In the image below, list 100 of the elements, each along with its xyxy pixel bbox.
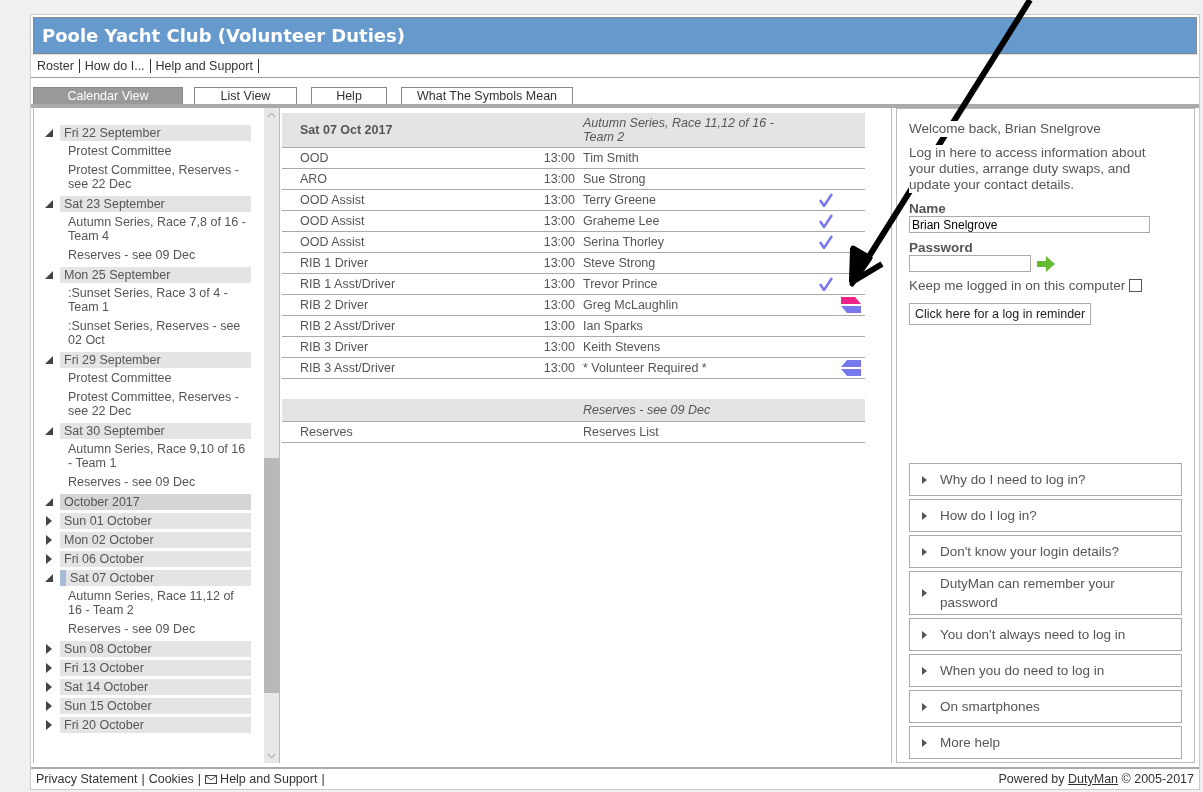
help-accordion-item[interactable]: Don't know your login details? [909, 535, 1182, 568]
duty-role: ARO [300, 172, 328, 186]
duty-time: 13:00 [543, 151, 575, 165]
collapsed-triangle-icon[interactable] [44, 700, 54, 711]
password-field[interactable] [909, 255, 1031, 272]
help-accordion-item[interactable]: You don't always need to log in [909, 618, 1182, 651]
duty-event-item[interactable]: Autumn Series, Race 7,8 of 16 - Team 4 [38, 213, 264, 246]
day-header[interactable]: Fri 29 September [60, 351, 251, 368]
expanded-triangle-icon[interactable] [44, 496, 54, 507]
footer-link[interactable]: Help and Support [205, 772, 318, 786]
volunteer-name: * Volunteer Required * [583, 361, 707, 375]
duty-role: RIB 3 Asst/Driver [300, 361, 396, 375]
expanded-triangle-icon[interactable] [44, 127, 54, 138]
day-header[interactable]: Fri 22 September [60, 124, 251, 141]
collapsed-triangle-icon[interactable] [44, 534, 54, 545]
month-header[interactable]: October 2017 [60, 493, 251, 510]
separator-text: | [197, 772, 202, 786]
volunteer-name: Trevor Prince [583, 277, 658, 291]
collapsed-triangle-icon[interactable] [44, 643, 54, 654]
tab[interactable]: Help [311, 87, 387, 104]
duty-event-item[interactable]: Autumn Series, Race 11,12 of 16 - Team 2 [38, 587, 264, 620]
duty-time: 13:00 [543, 298, 575, 312]
help-accordion-item[interactable]: How do I log in? [909, 499, 1182, 532]
footer-link[interactable]: Cookies [148, 772, 194, 786]
collapsed-triangle-icon[interactable] [44, 719, 54, 730]
duty-event-item[interactable]: Autumn Series, Race 9,10 of 16 - Team 1 [38, 440, 264, 473]
duty-event-item[interactable]: Reserves - see 09 Dec [38, 473, 264, 492]
collapsed-triangle-icon[interactable] [44, 553, 54, 564]
password-label: Password [909, 240, 974, 255]
duty-time: 13:00 [543, 256, 575, 270]
event-date: Sat 07 Oct 2017 [300, 123, 393, 137]
expanded-triangle-icon[interactable] [44, 354, 54, 365]
duty-time: 13:00 [543, 319, 575, 333]
day-header[interactable]: Sat 14 October [60, 678, 251, 695]
tab[interactable]: List View [194, 87, 297, 104]
collapsed-triangle-icon[interactable] [44, 515, 54, 526]
swap-icon[interactable] [841, 297, 861, 313]
duty-event-item[interactable]: Protest Committee, Reserves - see 22 Dec [38, 388, 264, 421]
triangle-right-icon [920, 511, 928, 520]
help-accordion-item[interactable]: DutyMan can remember your password [909, 571, 1182, 615]
duty-event-item[interactable]: Protest Committee [38, 369, 264, 388]
separator-text: | [141, 772, 145, 786]
day-header[interactable]: Sat 30 September [60, 422, 251, 439]
day-header[interactable]: Sun 08 October [60, 640, 251, 657]
volunteer-name: Sue Strong [583, 172, 646, 186]
expanded-triangle-icon[interactable] [44, 198, 54, 209]
volunteer-name: Keith Stevens [583, 340, 661, 354]
volunteer-name: Graheme Lee [583, 214, 660, 228]
tab[interactable]: What The Symbols Mean [401, 87, 573, 104]
separator-text: | [321, 772, 325, 786]
event-title: Reserves - see 09 Dec [583, 403, 712, 417]
menu-link[interactable]: Roster [35, 59, 80, 73]
triangle-right-icon [920, 702, 928, 711]
day-header[interactable]: Mon 02 October [60, 531, 251, 548]
duty-role: RIB 2 Driver [300, 298, 369, 312]
duty-time: 13:00 [543, 235, 575, 249]
duty-time: 13:00 [543, 193, 575, 207]
duty-event-item[interactable]: :Sunset Series, Race 3 of 4 - Team 1 [38, 284, 264, 317]
day-header[interactable]: Sun 15 October [60, 697, 251, 714]
footer-link[interactable]: Privacy Statement [36, 772, 138, 786]
day-header[interactable]: Mon 25 September [60, 266, 251, 283]
triangle-right-icon [920, 738, 928, 747]
day-header[interactable]: Fri 20 October [60, 716, 251, 733]
expanded-triangle-icon[interactable] [44, 572, 54, 583]
duty-time: 13:00 [543, 277, 575, 291]
volunteer-name: Steve Strong [583, 256, 656, 270]
help-accordion-item[interactable]: More help [909, 726, 1182, 759]
volunteer-name: Serina Thorley [583, 235, 665, 249]
triangle-right-icon [920, 547, 928, 556]
duty-time: 13:00 [543, 172, 575, 186]
checkbox[interactable] [1129, 279, 1143, 292]
menu-link[interactable]: How do I... [79, 59, 151, 73]
triangle-right-icon [920, 475, 928, 484]
duty-event-item[interactable]: Protest Committee, Reserves - see 22 Dec [38, 161, 264, 194]
expanded-triangle-icon[interactable] [44, 425, 54, 436]
day-header[interactable]: Sat 23 September [60, 195, 251, 212]
help-accordion-item[interactable]: Why do I need to log in? [909, 463, 1182, 496]
event-title: Autumn Series, Race 11,12 of 16 - Team 2 [583, 116, 775, 144]
duty-event-item[interactable]: Reserves - see 09 Dec [38, 246, 264, 265]
duty-event-item[interactable]: Protest Committee [38, 142, 264, 161]
day-header[interactable]: Sun 01 October [60, 512, 251, 529]
duty-event-item[interactable]: Reserves - see 09 Dec [38, 620, 264, 639]
duty-event-item[interactable]: :Sunset Series, Reserves - see 02 Oct [38, 317, 264, 350]
collapsed-triangle-icon[interactable] [44, 681, 54, 692]
dutyman-link[interactable]: DutyMan [1068, 772, 1119, 786]
keep-logged-in-label: Keep me logged in on this computer [909, 278, 1126, 293]
name-field[interactable]: Brian Snelgrove [909, 216, 1150, 233]
reminder-button[interactable]: Click here for a log in reminder [909, 303, 1092, 325]
collapsed-triangle-icon[interactable] [44, 662, 54, 673]
expanded-triangle-icon[interactable] [44, 269, 54, 280]
triangle-right-icon [920, 589, 928, 597]
help-accordion-item[interactable]: When you do need to log in [909, 654, 1182, 687]
duty-time: 13:00 [543, 340, 575, 354]
day-header[interactable]: Fri 06 October [60, 550, 251, 567]
day-header[interactable]: Fri 13 October [60, 659, 251, 676]
swap-icon[interactable] [841, 360, 861, 376]
help-accordion-item[interactable]: On smartphones [909, 690, 1182, 723]
menu-link[interactable]: Help and Support [150, 59, 259, 73]
day-header[interactable]: Sat 07 October [60, 569, 251, 586]
name-label: Name [909, 201, 947, 216]
